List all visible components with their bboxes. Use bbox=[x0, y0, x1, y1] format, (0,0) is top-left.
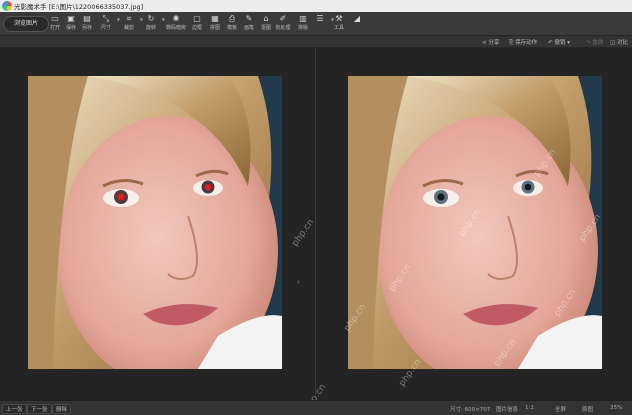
before-photo bbox=[28, 76, 282, 369]
save-step-button[interactable]: ⎘ 保存动作 bbox=[509, 38, 537, 47]
share-button[interactable]: ⋖ 分享 bbox=[482, 38, 499, 46]
status-bar: 上一张 下一张 删除 尺寸: 600×707 图片信息 1:1 全屏 原图 35… bbox=[0, 400, 632, 415]
save-step-icon: ⎘ bbox=[509, 40, 514, 46]
batch-icon: ✐ bbox=[279, 14, 287, 23]
rotate-icon: ↻ bbox=[147, 14, 155, 23]
expand-icon: ◢ bbox=[353, 14, 361, 23]
next-image-button[interactable]: 下一张 bbox=[27, 404, 52, 414]
zoom-button[interactable]: 1:1 bbox=[525, 405, 534, 411]
app-logo-icon bbox=[2, 1, 12, 11]
rotate-button[interactable]: ↻ 旋转 ▼ bbox=[140, 14, 165, 34]
resize-icon: ⤡ bbox=[102, 14, 110, 23]
darkroom-icon: ✺ bbox=[172, 14, 180, 23]
compare-button[interactable]: ◫ 对比 bbox=[610, 38, 628, 46]
delete-button[interactable]: 删除 bbox=[52, 404, 72, 414]
after-photo bbox=[348, 76, 602, 369]
zoom-level[interactable]: 35% bbox=[610, 405, 622, 411]
share-icon: ⋖ bbox=[482, 40, 487, 46]
resize-button[interactable]: ⤡ 尺寸 ▼ bbox=[95, 14, 120, 34]
watermark: php.cn bbox=[290, 217, 317, 249]
portrait-before bbox=[28, 76, 282, 369]
image-size: 尺寸: 600×707 bbox=[450, 407, 491, 413]
split-arrow-icon[interactable]: › bbox=[297, 278, 300, 286]
redo-icon: ↷ bbox=[586, 40, 591, 46]
portrait-after bbox=[348, 76, 602, 369]
undo-button[interactable]: ↶ 撤销 ▾ bbox=[548, 38, 570, 46]
compare-icon: ◫ bbox=[610, 40, 616, 46]
more-button[interactable]: ◢ bbox=[346, 14, 368, 34]
action-bar: ⋖ 分享 ⎘ 保存动作 ↶ 撤销 ▾ ↷ 重做 ◫ 对比 bbox=[0, 36, 632, 48]
corrected-eye-right bbox=[524, 183, 532, 191]
window-title: 光影魔术手 [E:\图片\1220066335037.jpg] bbox=[14, 3, 144, 11]
chevron-down-icon: ▾ bbox=[567, 40, 570, 46]
red-eye-right bbox=[204, 183, 212, 191]
browse-images-button[interactable]: 浏览图片 bbox=[3, 16, 49, 32]
split-divider[interactable] bbox=[315, 48, 316, 400]
title-bar: 光影魔术手 [E:\图片\1220066335037.jpg] bbox=[0, 0, 632, 12]
redo-button[interactable]: ↷ 重做 bbox=[586, 38, 603, 46]
crop-icon: ⌗ bbox=[126, 14, 132, 23]
compare-workspace: › php.cn php.cn php.cn php.cn php.cn php… bbox=[0, 48, 632, 413]
original-button[interactable]: 原图 bbox=[582, 405, 593, 413]
fullscreen-button[interactable]: 全屏 bbox=[555, 405, 566, 413]
crop-button[interactable]: ⌗ 裁剪 ▼ bbox=[118, 14, 143, 34]
prev-image-button[interactable]: 上一张 bbox=[2, 404, 27, 414]
batch-button[interactable]: ✐ 批处理 bbox=[272, 14, 294, 34]
red-eye-left bbox=[117, 193, 125, 201]
undo-icon: ↶ bbox=[548, 40, 553, 46]
darkroom-button[interactable]: ✺ 数码暗房 bbox=[165, 14, 187, 34]
main-toolbar: 浏览图片 ▭ 打开 ▣ 保存 ▤ 另存 ⤡ 尺寸 ▼ ⌗ 裁剪 ▼ ↻ 旋转 ▼… bbox=[0, 12, 632, 36]
image-info-button[interactable]: 图片信息 bbox=[496, 405, 518, 413]
corrected-eye-left bbox=[437, 193, 445, 201]
